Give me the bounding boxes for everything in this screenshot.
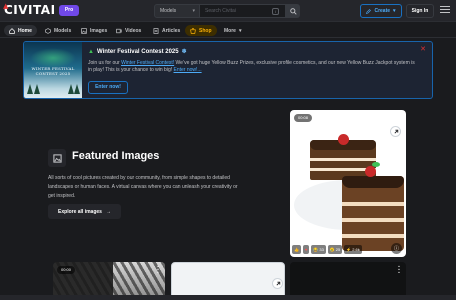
tree-icon: ▲ (88, 48, 94, 55)
civitai-logo[interactable]: ▲ CIVITAI (3, 2, 56, 18)
reaction-bar: 👍 ♥ 😂 33 😢 25 ⚡ 2.6k (292, 245, 362, 254)
logo-text: CIVITAI (4, 3, 56, 17)
nav-label: Videos (125, 27, 142, 34)
search-bar: Models ▾ Search Civitai / (154, 4, 300, 18)
create-label: Create (374, 8, 391, 14)
chevron-down-icon: ▾ (192, 8, 195, 14)
banner-image-title: WINTER FESTIVAL CONTEST 2025 (31, 66, 75, 76)
chevron-down-icon: ▾ (238, 27, 242, 34)
heart-icon: ♥ (304, 247, 308, 252)
enter-now-link[interactable]: Enter now!... (174, 67, 202, 73)
search-shortcut-key: / (272, 8, 279, 15)
heart-reaction[interactable]: ♥ (302, 245, 310, 254)
explore-all-images-button[interactable]: Explore all images → (48, 204, 121, 219)
close-icon[interactable]: ✕ (420, 46, 426, 53)
cube-icon (45, 27, 51, 34)
santa-hat-icon: ▲ (3, 2, 9, 10)
nav-more-button[interactable]: More ▾ (219, 25, 246, 36)
cry-reaction[interactable]: 😢 25 (327, 245, 343, 254)
nav-label: Models (54, 27, 72, 34)
reaction-count: 2.6k (352, 247, 360, 252)
nav-label: Images (90, 27, 108, 34)
more-options-icon[interactable]: · · · (398, 264, 401, 277)
laugh-icon: 😂 (313, 247, 319, 252)
section-title: Featured Images (72, 150, 160, 162)
more-options-icon[interactable]: · · · (398, 112, 401, 125)
info-icon[interactable]: ⓘ (391, 243, 402, 254)
contest-banner: WINTER FESTIVAL CONTEST 2025 ▲ Winter Fe… (23, 41, 433, 99)
shop-icon (190, 27, 196, 34)
banner-text-part: Join us for our (88, 60, 122, 66)
banner-image[interactable]: WINTER FESTIVAL CONTEST 2025 (24, 42, 82, 98)
more-options-icon[interactable]: · · · (157, 264, 160, 277)
buzz-reaction[interactable]: ⚡ 2.6k (344, 245, 362, 254)
nav-item-articles[interactable]: Articles (148, 25, 185, 36)
search-placeholder: Search Civitai (205, 8, 236, 14)
create-button[interactable]: Create ▾ (360, 4, 402, 18)
link-icon[interactable] (390, 126, 401, 137)
banner-description: Join us for our Winter Festival Contest!… (88, 60, 418, 74)
contest-link[interactable]: Winter Festival Contest! (121, 60, 174, 66)
article-icon (153, 27, 159, 34)
laugh-reaction[interactable]: 😂 33 (311, 245, 326, 254)
photo-icon (48, 149, 66, 167)
reaction-count: 33 (319, 247, 324, 252)
nav-item-models[interactable]: Models (40, 25, 76, 36)
nav-item-videos[interactable]: Videos (111, 25, 146, 36)
search-icon (289, 7, 297, 15)
footer-bar (0, 295, 456, 300)
hamburger-menu-icon[interactable] (440, 6, 450, 16)
arrow-right-icon: → (105, 208, 111, 215)
bolt-icon: ⚡ (346, 247, 352, 252)
snowflake-icon: ❄ (181, 49, 187, 55)
nav-label: Shop (199, 27, 212, 34)
image-card[interactable]: 00:08 · · · 👍 ♥ 😂 33 😢 25 ⚡ 2.6k ⓘ (290, 110, 406, 257)
nav-label: Articles (162, 27, 181, 34)
section-description: All sorts of cool pictures created by ou… (48, 175, 238, 199)
search-input[interactable]: Search Civitai / (200, 4, 286, 18)
explore-label: Explore all images (58, 208, 102, 215)
enter-now-button[interactable]: Enter now! (88, 81, 128, 94)
nav-label: Home (18, 27, 32, 34)
cry-icon: 😢 (329, 247, 335, 252)
nav-item-home[interactable]: Home (4, 25, 37, 36)
video-icon (116, 28, 122, 33)
pro-button[interactable]: Pro (59, 5, 79, 16)
link-icon[interactable] (272, 278, 283, 289)
banner-title-text: Winter Festival Contest 2025 (96, 48, 179, 55)
image-icon (81, 27, 87, 34)
nav-item-shop[interactable]: Shop (185, 25, 217, 36)
sign-in-button[interactable]: Sign In (406, 4, 434, 18)
top-header: ▲ CIVITAI Pro Models ▾ Search Civitai / … (0, 0, 456, 22)
search-scope-select[interactable]: Models ▾ (154, 4, 200, 18)
banner-title: ▲ Winter Festival Contest 2025 ❄ (88, 48, 187, 56)
thumbs-up-icon: 👍 (294, 247, 299, 252)
chevron-down-icon: ▾ (393, 8, 396, 14)
main-nav: Home Models Images Videos Articles Shop … (0, 22, 456, 38)
nav-item-images[interactable]: Images (76, 25, 112, 36)
search-scope-value: Models (160, 8, 177, 14)
video-duration-badge: 00:08 (294, 114, 313, 122)
search-button[interactable] (286, 4, 300, 18)
thumbs-up-reaction[interactable]: 👍 (292, 245, 301, 254)
pencil-icon (366, 8, 372, 14)
reaction-count: 25 (335, 247, 341, 252)
video-duration-badge: 00:00 (57, 266, 76, 274)
home-icon (9, 27, 15, 34)
nav-label: More (224, 27, 236, 34)
